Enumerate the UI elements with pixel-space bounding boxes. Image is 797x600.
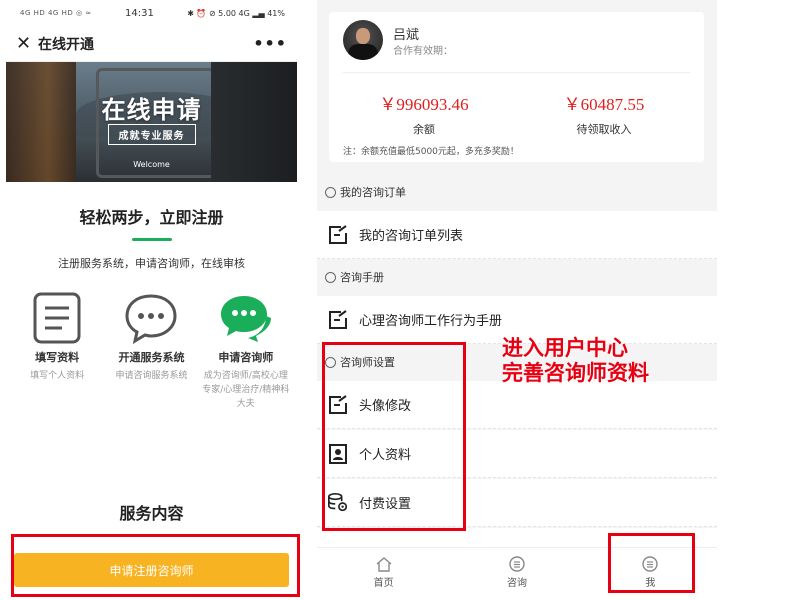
more-options-icon[interactable]: ••• xyxy=(253,34,287,53)
card-divider xyxy=(343,72,690,73)
service-title: 服务内容 xyxy=(119,504,184,523)
edit-icon xyxy=(327,309,349,331)
highlight-box-apply xyxy=(11,534,300,597)
banner-subtitle: 成就专业服务 xyxy=(107,124,196,145)
feature-fill-info[interactable]: 填写资料 填写个人资料 xyxy=(12,289,102,411)
annotation-line-2: 完善咨询师资料 xyxy=(502,361,649,385)
wechat-icon xyxy=(201,289,291,347)
annotation-text: 进入用户中心 完善咨询师资料 xyxy=(502,336,649,386)
pending-block: ￥60487.55 待领取收入 xyxy=(519,90,689,137)
pending-amount: ￥60487.55 xyxy=(563,95,645,114)
menu-item-label: 心理咨询师工作行为手册 xyxy=(359,314,503,329)
steps-description: 注册服务系统，申请咨询师，在线审核 xyxy=(58,257,245,270)
radio-icon xyxy=(325,271,336,283)
balance-block: ￥996093.46 余额 xyxy=(339,90,509,137)
close-icon[interactable]: ✕ xyxy=(16,33,38,54)
feature-desc: 申请咨询服务系统 xyxy=(115,371,188,381)
balance-amount: ￥996093.46 xyxy=(379,95,469,114)
section-title: 我的咨询订单 xyxy=(340,186,406,199)
section-handbook: 咨询手册 xyxy=(317,260,717,294)
section-title: 咨询手册 xyxy=(340,271,384,284)
status-bar: 4G HD 4G HD ◎ ≈ 14:31 ✱ ⏰ ⊘ 5.00 4G ▂▄ 4… xyxy=(6,0,297,26)
menu-item-order-list[interactable]: 我的咨询订单列表 xyxy=(317,211,717,259)
avatar-face xyxy=(356,28,370,44)
feature-list: 填写资料 填写个人资料 开通服务系统 申请咨询服务系统 申请咨询师 成为咨询师/… xyxy=(6,289,297,411)
cooperation-period: 合作有效期： xyxy=(393,46,453,57)
user-card: 吕斌 合作有效期： ￥996093.46 余额 ￥60487.55 待领取收入 … xyxy=(329,12,704,162)
feature-desc: 成为咨询师/高校心理专家/心理治疗/精神科大夫 xyxy=(202,371,290,409)
balance-label: 余额 xyxy=(413,123,435,136)
menu-circle-icon xyxy=(509,556,525,572)
tab-consult[interactable]: 咨询 xyxy=(450,548,583,600)
tab-label: 咨询 xyxy=(506,578,527,589)
section-my-orders: 我的咨询订单 xyxy=(317,175,717,209)
tab-home[interactable]: 首页 xyxy=(317,548,450,600)
title-underline xyxy=(131,238,172,241)
nav-bar: ✕ 在线开通 ••• xyxy=(6,26,297,62)
avatar-suit xyxy=(348,44,378,60)
recharge-note: 注：余额充值最低5000元起，多充多奖励！ xyxy=(343,147,519,157)
document-icon xyxy=(12,289,102,347)
tab-label: 首页 xyxy=(373,578,394,589)
edit-icon xyxy=(327,224,349,246)
avatar[interactable] xyxy=(343,20,383,60)
feature-title: 申请咨询师 xyxy=(218,351,274,364)
feature-apply-counselor[interactable]: 申请咨询师 成为咨询师/高校心理专家/心理治疗/精神科大夫 xyxy=(201,289,291,411)
status-time: 14:31 xyxy=(125,7,154,19)
banner-welcome: Welcome xyxy=(133,160,170,169)
registration-screen: 4G HD 4G HD ◎ ≈ 14:31 ✱ ⏰ ⊘ 5.00 4G ▂▄ 4… xyxy=(6,0,297,600)
feature-title: 填写资料 xyxy=(35,351,80,364)
highlight-box-settings xyxy=(322,342,466,531)
feature-desc: 填写个人资料 xyxy=(30,371,85,381)
status-signal: 4G HD 4G HD ◎ ≈ xyxy=(20,9,92,17)
radio-icon xyxy=(325,186,336,198)
banner-title: 在线申请 xyxy=(101,96,202,124)
home-icon xyxy=(376,556,392,572)
annotation-line-1: 进入用户中心 xyxy=(502,336,628,360)
user-name: 吕斌 xyxy=(393,28,420,43)
status-indicators: ✱ ⏰ ⊘ 5.00 4G ▂▄ 41% xyxy=(187,8,285,18)
chat-bubble-icon xyxy=(106,289,196,347)
pending-label: 待领取收入 xyxy=(576,123,632,136)
feature-title: 开通服务系统 xyxy=(118,351,185,364)
steps-title: 轻松两步，立即注册 xyxy=(79,208,224,227)
feature-open-service[interactable]: 开通服务系统 申请咨询服务系统 xyxy=(106,289,196,411)
page-title: 在线开通 xyxy=(38,36,94,53)
banner-image: 在线申请 成就专业服务 Welcome xyxy=(6,62,297,182)
highlight-box-me-tab xyxy=(608,533,695,593)
menu-item-label: 我的咨询订单列表 xyxy=(359,229,464,244)
